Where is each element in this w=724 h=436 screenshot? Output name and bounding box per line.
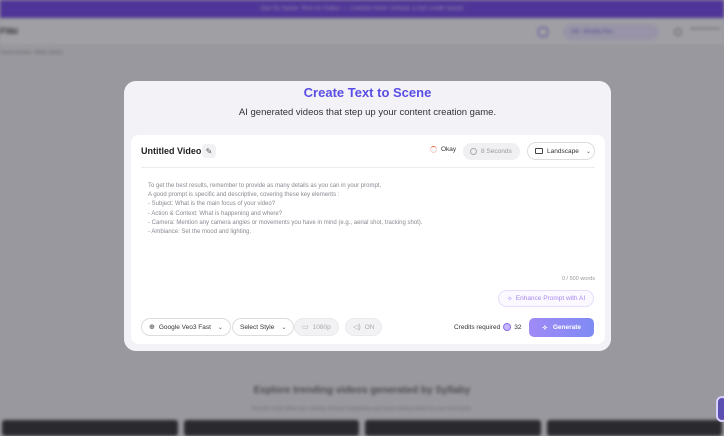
prompt-textarea[interactable]: To get the best results, remember to pro… xyxy=(148,182,588,237)
monitor-icon: ▭ xyxy=(302,324,309,331)
video-title[interactable]: Untitled Video xyxy=(141,146,201,156)
credits-label: Credits required xyxy=(454,323,501,331)
generate-button[interactable]: ✧ Generate xyxy=(529,318,594,337)
chevron-down-icon: ⌄ xyxy=(217,324,223,331)
resolution-select[interactable]: ▭ 1080p xyxy=(294,318,339,336)
duration-select[interactable]: 8 Seconds xyxy=(463,143,520,160)
chat-widget-icon[interactable] xyxy=(716,396,724,422)
clock-icon xyxy=(470,148,477,155)
pencil-icon: ✎ xyxy=(205,146,213,156)
sparkle-icon: ✧ xyxy=(506,295,513,303)
prompt-line: - Camera: Mention any camera angles or m… xyxy=(148,219,423,226)
duration-label: 8 Seconds xyxy=(481,148,512,155)
monitor-icon xyxy=(535,148,543,154)
prompt-line: - Subject: What is the main focus of you… xyxy=(148,201,276,208)
prompt-line: A good prompt is specific and descriptiv… xyxy=(148,192,340,199)
word-count: 0 / 500 words xyxy=(561,276,595,282)
enhance-prompt-button[interactable]: ✧ Enhance Prompt with AI xyxy=(498,290,594,307)
generate-label: Generate xyxy=(552,324,582,331)
credits-required: Credits required 32 xyxy=(454,323,521,331)
enhance-label: Enhance Prompt with AI xyxy=(515,295,586,302)
spinner-icon xyxy=(430,146,437,153)
speaker-icon: ◁) xyxy=(353,324,361,331)
sparkle-icon: ✧ xyxy=(541,324,548,332)
prompt-line: - Ambiance: Set the mood and lighting. xyxy=(148,229,252,236)
audio-label: ON xyxy=(364,323,375,331)
resolution-label: 1080p xyxy=(312,323,331,331)
model-label: Google Veo3 Fast xyxy=(158,323,211,331)
style-dropdown[interactable]: Select Style ⌄ xyxy=(232,318,295,336)
create-scene-modal: Create Text to Scene AI generated videos… xyxy=(124,81,611,351)
orientation-label: Landscape xyxy=(547,147,579,155)
status-indicator: Okay xyxy=(430,146,456,153)
audio-toggle[interactable]: ◁) ON xyxy=(345,318,383,336)
style-label: Select Style xyxy=(240,323,275,331)
divider xyxy=(141,167,595,168)
prompt-line: To get the best results, remember to pro… xyxy=(148,183,382,189)
chevron-down-icon: ⌄ xyxy=(281,324,287,331)
prompt-line: - Action & Context: What is happening an… xyxy=(148,210,283,217)
edit-title-button[interactable]: ✎ xyxy=(202,144,216,158)
credit-coin-icon xyxy=(503,323,512,331)
credits-value: 32 xyxy=(514,323,522,331)
model-dropdown[interactable]: ⊕ Google Veo3 Fast ⌄ xyxy=(141,318,231,336)
status-label: Okay xyxy=(441,146,457,153)
prompt-card: Untitled Video ✎ Okay 8 Seconds Landscap… xyxy=(131,135,605,344)
model-icon: ⊕ xyxy=(149,324,155,331)
chevron-down-icon: ⌄ xyxy=(585,148,591,155)
orientation-dropdown[interactable]: Landscape ⌄ xyxy=(527,142,595,160)
modal-title: Create Text to Scene xyxy=(303,85,432,100)
modal-subtitle: AI generated videos that step up your co… xyxy=(238,107,497,118)
